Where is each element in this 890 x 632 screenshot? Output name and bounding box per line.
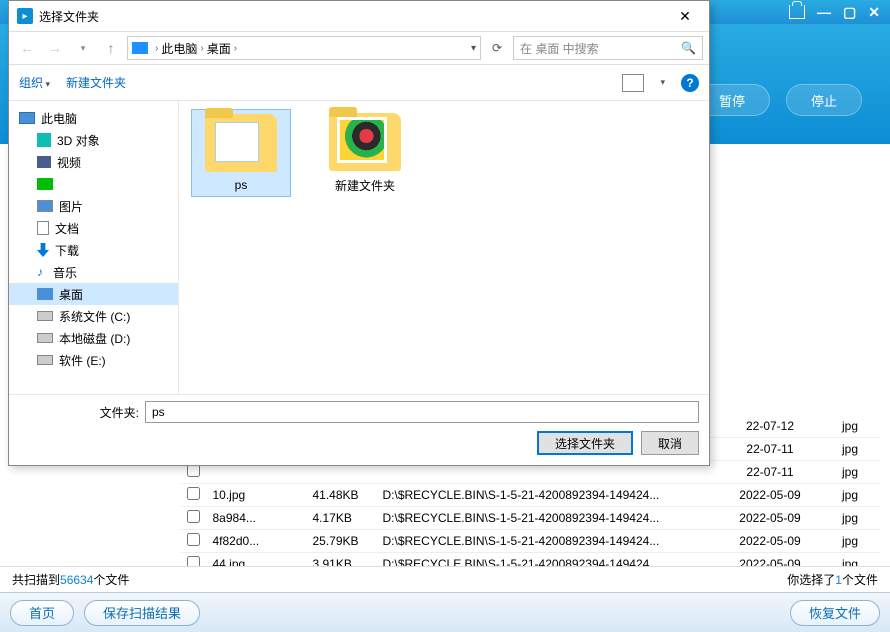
help-icon[interactable]: ? xyxy=(681,74,699,92)
row-checkbox[interactable] xyxy=(187,487,200,500)
back-button[interactable]: ← xyxy=(15,36,39,60)
download-icon xyxy=(37,243,49,257)
chevron-down-icon[interactable]: ▾ xyxy=(471,43,476,54)
folder-ps[interactable]: ps xyxy=(191,109,291,197)
foldername-input[interactable] xyxy=(145,401,699,423)
chevron-right-icon: › xyxy=(155,43,158,54)
iqiyi-icon xyxy=(37,178,53,190)
home-button[interactable]: 首页 xyxy=(10,600,74,626)
row-checkbox[interactable] xyxy=(187,510,200,523)
tree-3d-objects[interactable]: 3D 对象 xyxy=(9,129,178,151)
stop-button[interactable]: 停止 xyxy=(786,84,862,116)
view-mode-button[interactable] xyxy=(622,74,644,92)
nav-tree: 此电脑 3D 对象 视频 图片 文档 下载 ♪音乐 桌面 系统文件 (C:) 本… xyxy=(9,101,179,394)
dialog-toolbar: 组织 新建文件夹 ▾ ? xyxy=(9,65,709,101)
save-scan-button[interactable]: 保存扫描结果 xyxy=(84,600,200,626)
tree-iqiyi[interactable] xyxy=(9,173,178,195)
pc-icon xyxy=(19,112,35,124)
cancel-button[interactable]: 取消 xyxy=(641,431,699,455)
folder-label: ps xyxy=(235,178,248,192)
video-icon xyxy=(37,156,51,168)
chevron-down-icon[interactable]: ▾ xyxy=(660,77,665,88)
folder-new[interactable]: 新建文件夹 xyxy=(315,109,415,198)
up-button[interactable]: ↑ xyxy=(99,36,123,60)
cube-icon xyxy=(37,133,51,147)
drive-icon xyxy=(37,311,53,321)
table-row[interactable]: 10.jpg41.48KBD:\$RECYCLE.BIN\S-1-5-21-42… xyxy=(181,484,881,507)
table-row[interactable]: 4f82d0...25.79KBD:\$RECYCLE.BIN\S-1-5-21… xyxy=(181,530,881,553)
tree-desktop[interactable]: 桌面 xyxy=(9,283,178,305)
maximize-button[interactable]: ▢ xyxy=(843,4,856,21)
tree-music[interactable]: ♪音乐 xyxy=(9,261,178,283)
music-icon: ♪ xyxy=(37,265,47,279)
new-folder-button[interactable]: 新建文件夹 xyxy=(66,74,126,91)
select-folder-button[interactable]: 选择文件夹 xyxy=(537,431,633,455)
recent-dropdown[interactable]: ▾ xyxy=(71,36,95,60)
folder-label: 新建文件夹 xyxy=(335,177,395,194)
pc-icon xyxy=(132,42,148,54)
forward-button[interactable]: → xyxy=(43,36,67,60)
dialog-titlebar: ▸ 选择文件夹 ✕ xyxy=(9,1,709,31)
table-row[interactable]: 8a984...4.17KBD:\$RECYCLE.BIN\S-1-5-21-4… xyxy=(181,507,881,530)
tree-drive-e[interactable]: 软件 (E:) xyxy=(9,349,178,371)
folder-pane[interactable]: ps 新建文件夹 xyxy=(179,101,709,394)
close-button[interactable]: ✕ xyxy=(868,4,880,21)
tree-documents[interactable]: 文档 xyxy=(9,217,178,239)
folder-icon xyxy=(205,114,277,172)
recover-button[interactable]: 恢复文件 xyxy=(790,600,880,626)
tree-videos[interactable]: 视频 xyxy=(9,151,178,173)
dialog-footer: 文件夹: 选择文件夹 取消 xyxy=(9,394,709,465)
search-icon: 🔍 xyxy=(681,41,696,55)
bottom-bar: 首页 保存扫描结果 恢复文件 xyxy=(0,592,890,632)
minimize-button[interactable]: — xyxy=(817,4,831,20)
document-icon xyxy=(37,221,49,235)
tree-this-pc[interactable]: 此电脑 xyxy=(9,107,178,129)
cart-icon[interactable] xyxy=(789,5,805,19)
bc-pc[interactable]: 此电脑 xyxy=(161,40,197,57)
dialog-navbar: ← → ▾ ↑ › 此电脑 › 桌面 › ▾ ⟳ 在 桌面 中搜索 🔍 xyxy=(9,31,709,65)
scan-status: 共扫描到56634个文件 xyxy=(12,571,129,588)
selection-status: 你选择了1个文件 xyxy=(787,571,878,588)
dialog-title: 选择文件夹 xyxy=(39,8,665,25)
foldername-label: 文件夹: xyxy=(19,404,139,421)
dialog-close-button[interactable]: ✕ xyxy=(665,2,705,30)
tree-drive-c[interactable]: 系统文件 (C:) xyxy=(9,305,178,327)
chevron-right-icon: › xyxy=(200,43,203,54)
folder-dialog: ▸ 选择文件夹 ✕ ← → ▾ ↑ › 此电脑 › 桌面 › ▾ ⟳ 在 桌面 … xyxy=(8,0,710,466)
organize-menu[interactable]: 组织 xyxy=(19,74,50,91)
tree-drive-d[interactable]: 本地磁盘 (D:) xyxy=(9,327,178,349)
folder-icon xyxy=(329,113,401,171)
breadcrumb[interactable]: › 此电脑 › 桌面 › ▾ xyxy=(127,36,481,60)
search-input[interactable]: 在 桌面 中搜索 🔍 xyxy=(513,36,703,60)
app-icon: ▸ xyxy=(17,8,33,24)
desktop-icon xyxy=(37,288,53,300)
refresh-button[interactable]: ⟳ xyxy=(485,41,509,55)
bc-desktop[interactable]: 桌面 xyxy=(207,40,231,57)
drive-icon xyxy=(37,333,53,343)
chevron-right-icon: › xyxy=(234,43,237,54)
pictures-icon xyxy=(37,200,53,212)
tree-downloads[interactable]: 下载 xyxy=(9,239,178,261)
row-checkbox[interactable] xyxy=(187,533,200,546)
drive-icon xyxy=(37,355,53,365)
tree-pictures[interactable]: 图片 xyxy=(9,195,178,217)
status-bar: 共扫描到56634个文件 你选择了1个文件 xyxy=(0,566,890,592)
